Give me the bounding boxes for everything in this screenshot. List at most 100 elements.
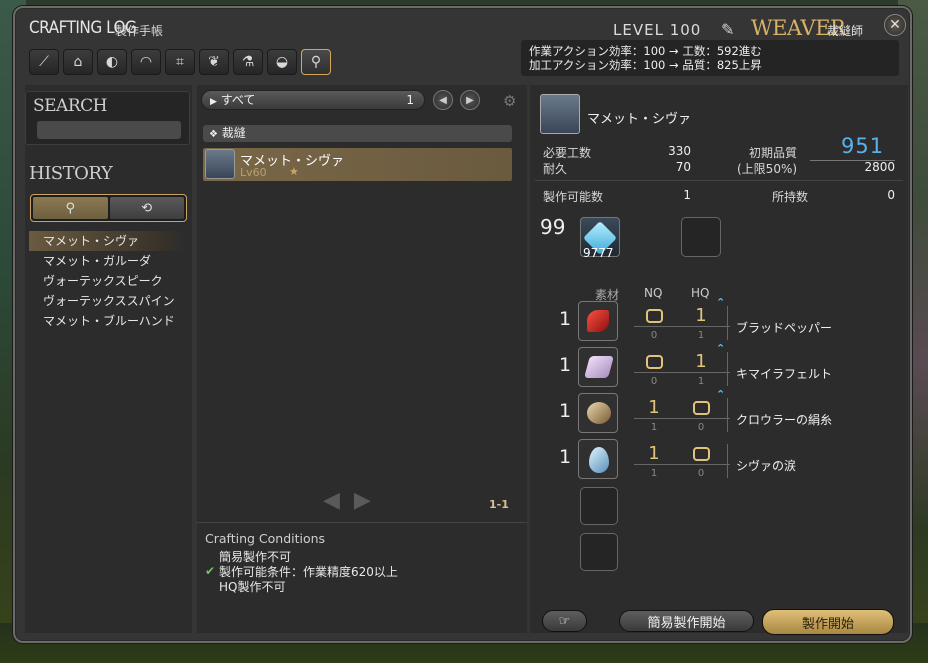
filter-label: すべて [220, 93, 256, 107]
synthesize-button[interactable]: 製作開始 [762, 609, 894, 635]
cap-value: 2800 [864, 160, 895, 174]
level-label: LEVEL [613, 21, 664, 39]
quick-synthesis-button[interactable]: 簡易製作開始 [619, 610, 754, 632]
hand-pointer-icon: ☞ [558, 613, 571, 629]
craftable-label: 製作可能数 [543, 190, 604, 204]
hq-header: HQ [691, 286, 710, 300]
nq-owned: 1 [650, 422, 658, 433]
tab-armorer[interactable]: ◐ [97, 49, 127, 75]
conditions-title: Crafting Conditions [205, 531, 326, 546]
search-label: SEARCH [33, 96, 107, 116]
durability-value: 70 [675, 160, 691, 174]
page-next-button[interactable]: ▶ [354, 488, 371, 513]
recipe-star-icon: ★ [289, 165, 299, 178]
category-diamond-icon: ❖ [209, 129, 218, 140]
tab-weaver[interactable]: ⌗ [165, 49, 195, 75]
red-pepper-icon[interactable] [578, 301, 618, 341]
mammet-shiva-icon[interactable] [540, 94, 580, 134]
tab-goldsmith[interactable]: ◠ [131, 49, 161, 75]
next-filter-button[interactable]: ▶ [460, 90, 480, 110]
divider [535, 180, 903, 181]
ice-tear-icon[interactable] [578, 439, 618, 479]
efficiency-line-1: 作業アクション効率：100 → 工数：592進む [529, 44, 762, 58]
tab-search[interactable]: ⚲ [301, 49, 331, 75]
needle-icon: ✎ [721, 20, 735, 39]
history-item[interactable]: マメット・シヴァ [29, 231, 187, 251]
divider [634, 464, 730, 465]
page-prev-button[interactable]: ◀ [323, 488, 340, 513]
initial-quality-value: 951 [841, 134, 885, 158]
settings-gear-button[interactable]: ⚙ [503, 92, 516, 110]
level-value: 100 [669, 21, 702, 39]
crafting-log-window: CRAFTING LOG 製作手帳 LEVEL 100 ✎ WEAVER 裁縫師… [13, 6, 912, 643]
hq-count: 1 [695, 305, 707, 326]
hq-up-icon: ⌃ [716, 388, 726, 401]
hq-count: 1 [695, 351, 707, 372]
window-title-sub: 製作手帳 [115, 24, 164, 38]
close-button[interactable]: ✕ [884, 14, 906, 36]
owned-label: 所持数 [772, 190, 809, 204]
divider [634, 326, 730, 327]
nq-owned: 1 [650, 468, 658, 479]
material-qty: 1 [559, 308, 572, 330]
tab-leatherworker[interactable]: ❦ [199, 49, 229, 75]
refresh-search-icon: ⟲ [141, 200, 153, 216]
material-name: シヴァの涙 [736, 459, 797, 473]
hq-owned: 1 [697, 330, 705, 341]
material-preview-button[interactable]: ☞ [542, 610, 587, 632]
empty-material-slot [580, 533, 618, 571]
empty-crystal-slot [681, 217, 721, 257]
hq-up-icon: ⌃ [716, 296, 726, 309]
owned-value: 0 [887, 188, 895, 202]
crystal-owned: 9777 [583, 246, 614, 260]
anvil-icon: ⌂ [73, 54, 83, 70]
craftable-value: 1 [683, 188, 691, 202]
felt-cloth-icon[interactable] [578, 347, 618, 387]
tab-alchemist[interactable]: ⚗ [233, 49, 263, 75]
material-qty: 1 [559, 400, 572, 422]
progress-value: 330 [668, 144, 691, 158]
prev-filter-button[interactable]: ◀ [433, 90, 453, 110]
close-icon: ✕ [889, 17, 901, 33]
filter-dropdown[interactable]: ▶ すべて 1 [201, 90, 425, 110]
material-name: ブラッドペッパー [736, 321, 833, 335]
job-sub: 裁縫師 [827, 24, 864, 38]
divider [634, 418, 730, 419]
tab-culinarian[interactable]: ◒ [267, 49, 297, 75]
tab-carpenter[interactable]: ⟋ [29, 49, 59, 75]
chevron-left-icon: ◀ [439, 94, 447, 106]
check-icon: ✔ [205, 564, 216, 578]
level-display: LEVEL 100 [613, 21, 701, 39]
history-search-button[interactable]: ⚲ [33, 197, 108, 219]
history-item[interactable]: マメット・ブルーハンド [29, 311, 187, 331]
efficiency-line-2: 加工アクション効率：100 → 品質：825上昇 [529, 58, 762, 72]
nq-owned: 0 [650, 376, 658, 387]
mammet-shiva-icon [205, 149, 235, 179]
divider [634, 372, 730, 373]
goldsmith-icon: ◠ [139, 54, 153, 70]
loom-icon: ⌗ [176, 54, 184, 70]
nq-owned: 0 [650, 330, 658, 341]
item-name: マメット・シヴァ [587, 112, 692, 127]
history-refresh-button[interactable]: ⟲ [109, 197, 184, 219]
hq-count: 0 [693, 401, 710, 415]
condition-line: HQ製作不可 [219, 580, 286, 594]
search-input[interactable] [37, 121, 181, 139]
material-qty: 1 [559, 354, 572, 376]
history-item[interactable]: マメット・ガルーダ [29, 251, 187, 271]
silk-cocoon-icon[interactable] [578, 393, 618, 433]
history-item[interactable]: ヴォーテックスピーク [29, 271, 187, 291]
durability-label: 耐久 [543, 162, 568, 176]
material-name: クロウラーの絹糸 [736, 413, 833, 427]
gear-icon: ⚙ [503, 92, 517, 110]
progress-label: 必要工数 [543, 146, 592, 160]
filter-count: 1 [406, 93, 414, 107]
recipe-level: Lv60 [240, 166, 267, 179]
tab-blacksmith[interactable]: ⌂ [63, 49, 93, 75]
chevron-right-icon: ▶ [466, 94, 474, 106]
nq-count: 0 [646, 309, 663, 323]
hq-owned: 0 [697, 422, 705, 433]
nq-count: 0 [646, 355, 663, 369]
nq-count: 1 [648, 397, 660, 418]
history-item[interactable]: ヴォーテックススパイン [29, 291, 187, 311]
